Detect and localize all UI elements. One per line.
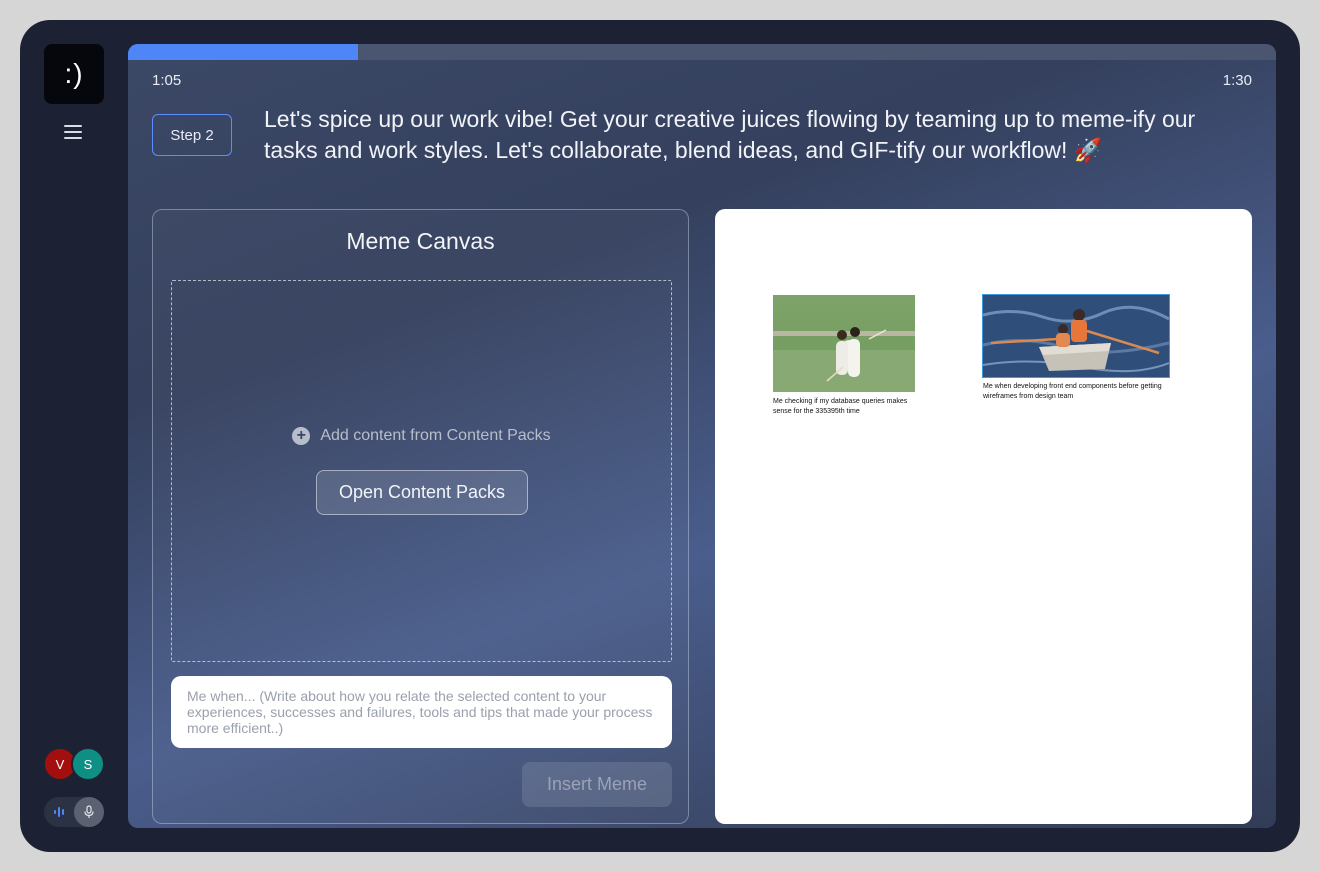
- app-screen: :) V S 1:05 1:30 Step 2 Let's spice up o…: [20, 20, 1300, 852]
- meme-card[interactable]: Me when developing front end components …: [982, 294, 1193, 402]
- add-content-label: Add content from Content Packs: [320, 427, 551, 444]
- microphone-button[interactable]: [74, 797, 104, 827]
- session-progress-fill: [128, 44, 358, 60]
- add-content-hint: + Add content from Content Packs: [172, 427, 671, 445]
- open-content-packs-button[interactable]: Open Content Packs: [316, 470, 528, 515]
- elapsed-time: 1:05: [152, 72, 182, 89]
- meme-canvas-card: Meme Canvas + Add content from Content P…: [152, 209, 689, 824]
- audio-controls: [44, 797, 104, 827]
- app-logo[interactable]: :): [44, 44, 104, 104]
- audio-wave-icon: [54, 807, 64, 817]
- microphone-icon: [84, 805, 94, 818]
- step-prompt: Let's spice up our work vibe! Get your c…: [264, 106, 1196, 163]
- main-panel: 1:05 1:30 Step 2 Let's spice up our work…: [128, 44, 1276, 828]
- total-time: 1:30: [1222, 72, 1252, 89]
- session-progress-bar: [128, 44, 1276, 60]
- rowboat-photo: [982, 294, 1170, 378]
- meme-caption-input[interactable]: Me when... (Write about how you relate t…: [171, 676, 672, 748]
- audio-wave-button[interactable]: [44, 797, 74, 827]
- insert-meme-button[interactable]: Insert Meme: [522, 762, 672, 807]
- canvas-title: Meme Canvas: [346, 228, 495, 254]
- plus-circle-icon: +: [292, 427, 311, 445]
- meme-card[interactable]: Me checking if my database queries makes…: [773, 295, 919, 417]
- hamburger-menu-icon[interactable]: [64, 124, 84, 140]
- meme-caption: Me checking if my database queries makes…: [773, 398, 908, 415]
- step-badge: Step 2: [152, 114, 232, 156]
- cricket-players-photo: [773, 295, 915, 392]
- content-dropzone[interactable]: + Add content from Content Packs Open Co…: [171, 280, 672, 662]
- meme-caption: Me when developing front end components …: [983, 383, 1162, 400]
- device-frame: :) V S 1:05 1:30 Step 2 Let's spice up o…: [0, 0, 1320, 872]
- meme-board: Me checking if my database queries makes…: [715, 209, 1252, 824]
- avatar[interactable]: S: [71, 747, 105, 781]
- participant-avatars: V S: [43, 747, 107, 783]
